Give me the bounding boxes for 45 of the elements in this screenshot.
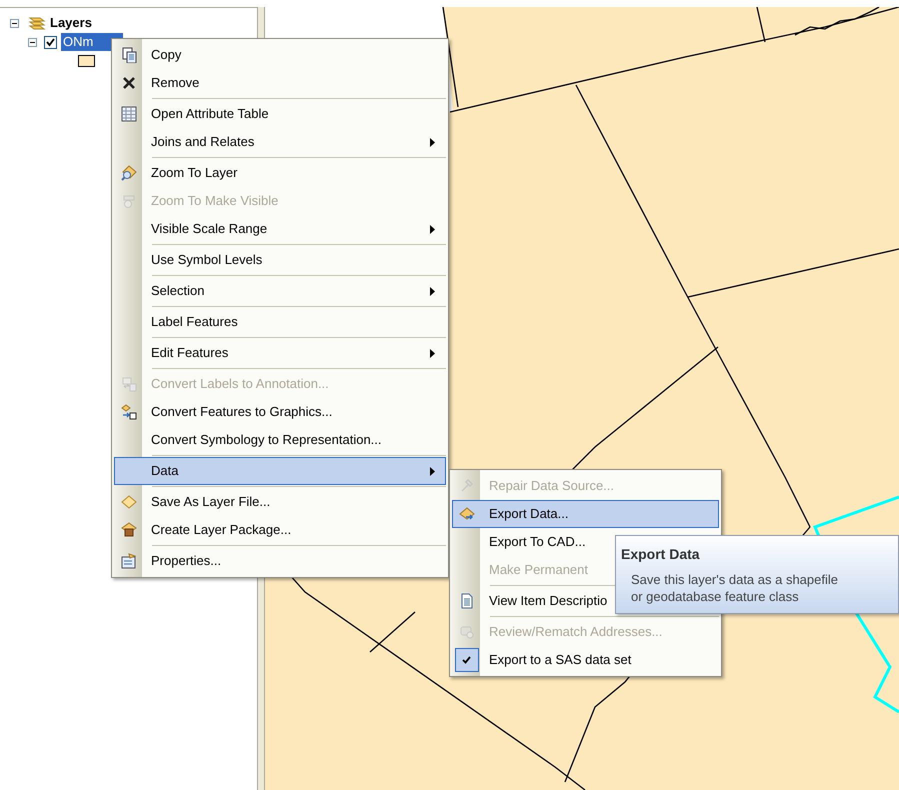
review-icon [458, 624, 474, 640]
graphics-icon [120, 404, 136, 420]
menu-item[interactable]: Zoom To Layer [114, 159, 446, 187]
menu-item[interactable]: Label Features [114, 308, 446, 336]
submenu-arrow-icon [430, 348, 435, 358]
submenu-arrow-icon [430, 224, 435, 234]
document-icon [458, 593, 474, 609]
export-icon [458, 506, 474, 522]
annotation-icon [120, 376, 136, 392]
submenu-arrow-icon [430, 138, 435, 146]
table-icon [120, 106, 136, 122]
tooltip-title: Export Data [621, 545, 701, 564]
menu-item[interactable]: Create Layer Package... [114, 516, 446, 544]
diamond-icon [120, 494, 136, 510]
symbol-swatch [78, 55, 95, 67]
menu-item[interactable]: Export Data... [452, 500, 719, 528]
checkbox[interactable] [44, 36, 57, 48]
menu-item[interactable]: Save As Layer File... [114, 488, 446, 516]
menu-item[interactable]: Joins and Relates [114, 128, 446, 156]
copy-icon [120, 47, 136, 63]
layers-icon [26, 15, 46, 31]
remove-icon [120, 75, 136, 91]
collapse-icon[interactable] [28, 38, 37, 46]
package-icon [120, 522, 136, 538]
submenu-arrow-icon [430, 286, 435, 296]
layer-group-label[interactable]: Layers [50, 13, 92, 33]
collapse-icon[interactable] [10, 18, 19, 28]
menu-item[interactable]: Use Symbol Levels [114, 246, 446, 274]
menu-item[interactable]: Selection [114, 277, 446, 305]
menu-item[interactable]: Open Attribute Table [114, 100, 446, 128]
menu-item[interactable]: Convert Features to Graphics... [114, 398, 446, 426]
menu-item[interactable]: Visible Scale Range [114, 215, 446, 243]
zoom-icon [120, 165, 136, 181]
checkmark-icon [454, 648, 478, 672]
menu-item[interactable]: Convert Symbology to Representation... [114, 426, 446, 454]
menu-item[interactable]: Data [114, 457, 446, 485]
menu-item[interactable]: Remove [114, 69, 446, 97]
menu-item[interactable]: Export to a SAS data set [452, 646, 719, 674]
submenu-arrow-icon [430, 466, 435, 476]
wrench-icon [458, 478, 474, 494]
zoom-icon [120, 193, 136, 209]
menu-item[interactable]: Properties... [114, 547, 446, 575]
tooltip-text: Save this layer's data as a shapefile or geodatabase feature class [630, 571, 839, 605]
properties-icon [120, 553, 136, 569]
menu-item[interactable]: Edit Features [114, 339, 446, 367]
